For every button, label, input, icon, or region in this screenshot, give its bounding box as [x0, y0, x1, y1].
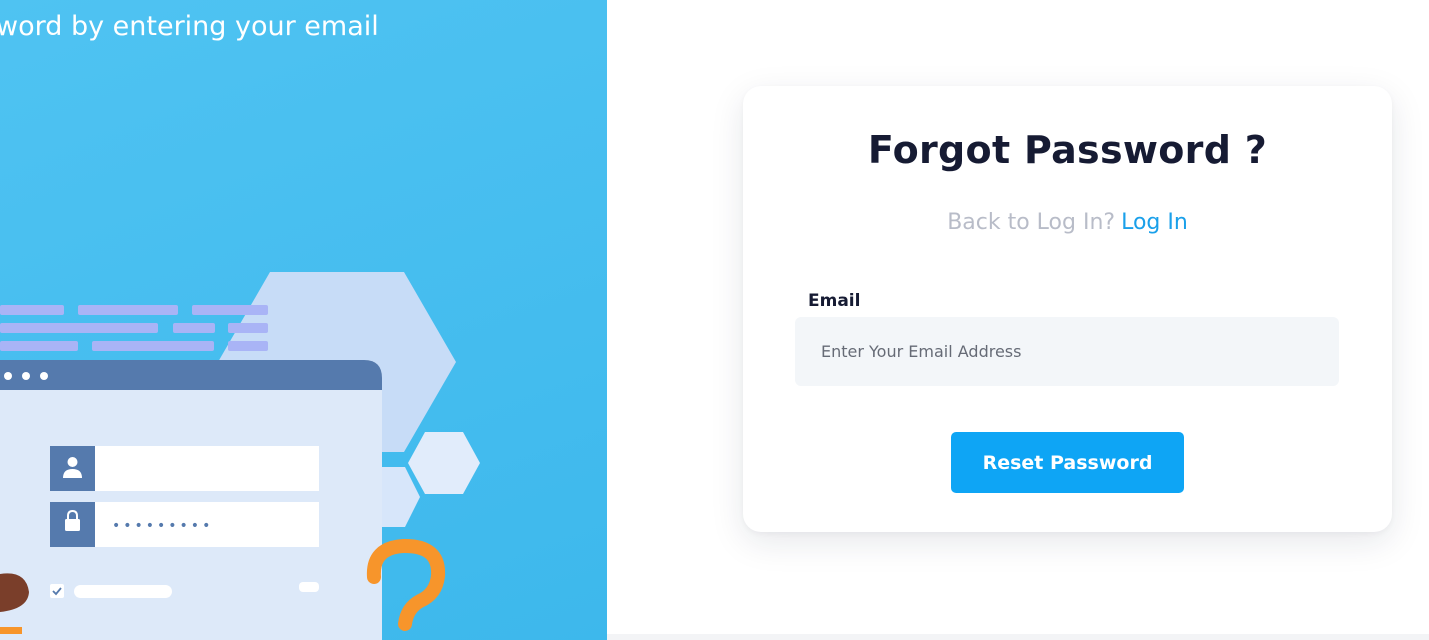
password-mask: ••••••••• — [112, 518, 213, 534]
checkbox-icon — [50, 584, 64, 598]
forgot-password-illustration: ••••••••• — [0, 272, 480, 640]
user-field-graphic — [50, 446, 319, 491]
floating-lines — [0, 305, 268, 351]
reset-password-button[interactable]: Reset Password — [951, 432, 1184, 493]
small-hexagon-shape — [408, 432, 480, 494]
password-field-graphic: ••••••••• — [50, 502, 319, 547]
back-to-login-prompt: Back to Log In? — [947, 210, 1116, 235]
back-to-login-line: Back to Log In? Log In — [743, 210, 1392, 235]
email-label: Email — [808, 291, 861, 311]
page-title: Forgot Password ? — [867, 128, 1268, 172]
email-input[interactable] — [795, 317, 1339, 386]
left-hero-panel: word by entering your email ••••••••• — [0, 0, 607, 640]
forgot-password-card: Forgot Password ? Back to Log In? Log In … — [743, 86, 1392, 532]
question-mark-icon — [366, 539, 446, 631]
login-link[interactable]: Log In — [1121, 210, 1188, 235]
bottom-edge-strip — [607, 634, 1429, 640]
character-sleeve-graphic — [0, 627, 22, 634]
